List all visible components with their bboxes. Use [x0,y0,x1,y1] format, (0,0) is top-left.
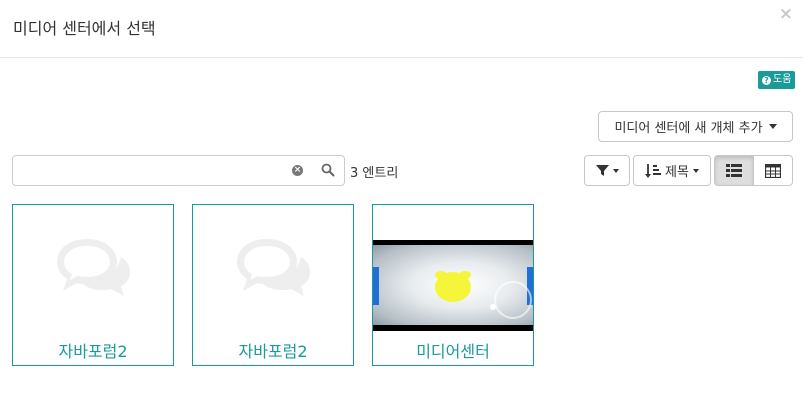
help-button[interactable]: ? 도움 [758,71,796,89]
caret-down-icon [612,168,619,173]
close-icon[interactable]: × [779,4,793,24]
entry-count: 3 엔트리 [350,166,399,181]
list-icon [726,164,742,177]
search-input[interactable]: × [12,155,345,186]
item-title: 자바포럼2 [58,342,128,361]
add-media-label: 미디어 센터에 새 개체 추가 [614,121,763,136]
video-thumbnail [373,240,533,331]
caret-down-icon [768,124,777,129]
table-icon [765,163,781,178]
media-item-card[interactable]: 미디어센터 [372,204,534,366]
clear-icon[interactable]: × [292,165,303,176]
item-title: 미디어센터 [416,342,490,361]
media-item-card[interactable]: 자바포럼2 [12,204,174,366]
item-title: 자바포럼2 [238,342,308,361]
dialog-title: 미디어 센터에서 선택 [13,19,156,38]
dialog-header: 미디어 센터에서 선택 × [0,0,803,58]
item-thumbnail [193,205,353,329]
sort-label: 제목 [665,165,689,180]
chat-bubbles-icon [237,239,310,296]
search-icon[interactable] [321,163,335,177]
list-view-button[interactable] [714,155,754,186]
video-frame-image [373,267,533,319]
sort-icon [645,163,662,178]
add-media-button[interactable]: 미디어 센터에 새 개체 추가 [598,111,793,142]
filter-button[interactable] [584,155,630,186]
chat-bubbles-icon [57,239,130,296]
grid-view-button[interactable] [753,155,793,186]
media-item-card[interactable]: 자바포럼2 [192,204,354,366]
filter-icon [595,165,609,176]
sort-button[interactable]: 제목 [633,155,711,186]
caret-down-icon [692,168,699,173]
question-icon: ? [762,75,771,85]
help-label: 도움 [773,74,792,85]
item-thumbnail [13,205,173,329]
